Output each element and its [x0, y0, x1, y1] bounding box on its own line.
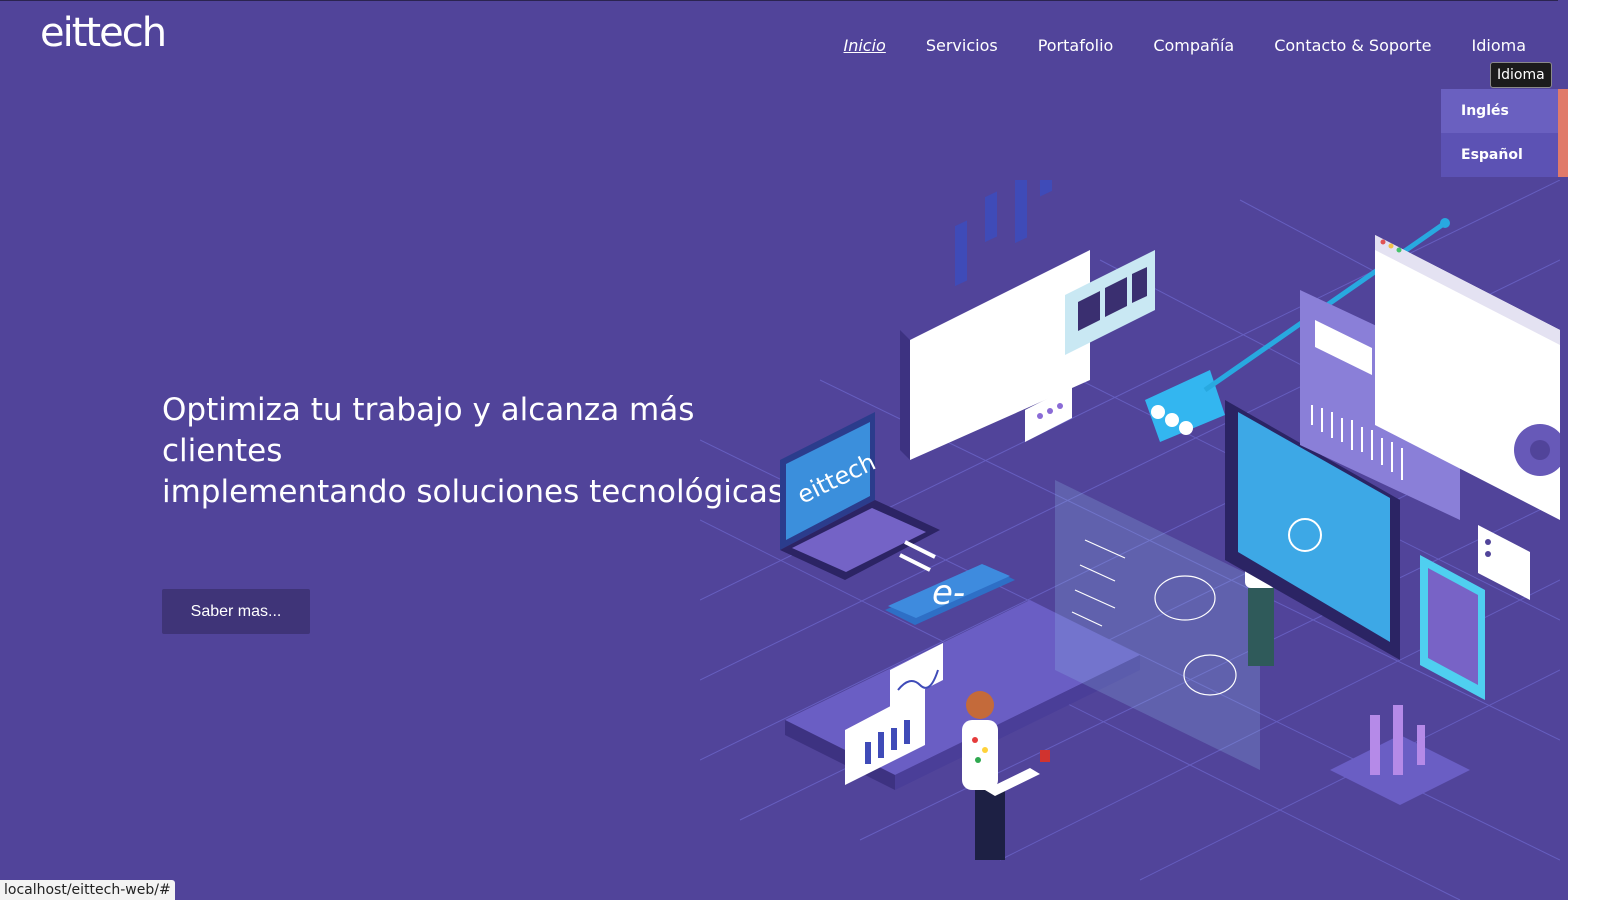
saber-mas-button[interactable]: Saber mas... [162, 589, 310, 634]
language-option-ingles[interactable]: Inglés [1441, 89, 1559, 133]
image-frame-icon [1420, 555, 1485, 700]
nav-idioma[interactable]: Idioma [1452, 36, 1547, 55]
language-option-espanol[interactable]: Español [1441, 133, 1559, 177]
bar-platform [1330, 705, 1470, 805]
scrollbar-thumb[interactable] [1558, 89, 1568, 177]
nav-portafolio[interactable]: Portafolio [1018, 36, 1134, 55]
idioma-tooltip: Idioma [1490, 62, 1552, 88]
window-edge [1568, 0, 1600, 900]
logo[interactable]: eittech [40, 10, 167, 56]
main-nav: Inicio Servicios Portafolio Compañía Con… [823, 36, 1546, 55]
list-card [1478, 525, 1530, 600]
language-dropdown: Inglés Español [1441, 89, 1559, 177]
nav-inicio[interactable]: Inicio [823, 36, 905, 55]
nav-compania[interactable]: Compañía [1133, 36, 1254, 55]
nav-contacto-soporte[interactable]: Contacto & Soporte [1254, 36, 1451, 55]
top-border [0, 0, 1600, 1]
browser-status-url: localhost/eittech-web/# [0, 880, 175, 900]
page: eittech Inicio Servicios Portafolio Comp… [0, 0, 1600, 900]
hero-illustration: eittech e- [700, 180, 1560, 900]
nav-servicios[interactable]: Servicios [906, 36, 1018, 55]
phone-text: e- [932, 573, 965, 613]
